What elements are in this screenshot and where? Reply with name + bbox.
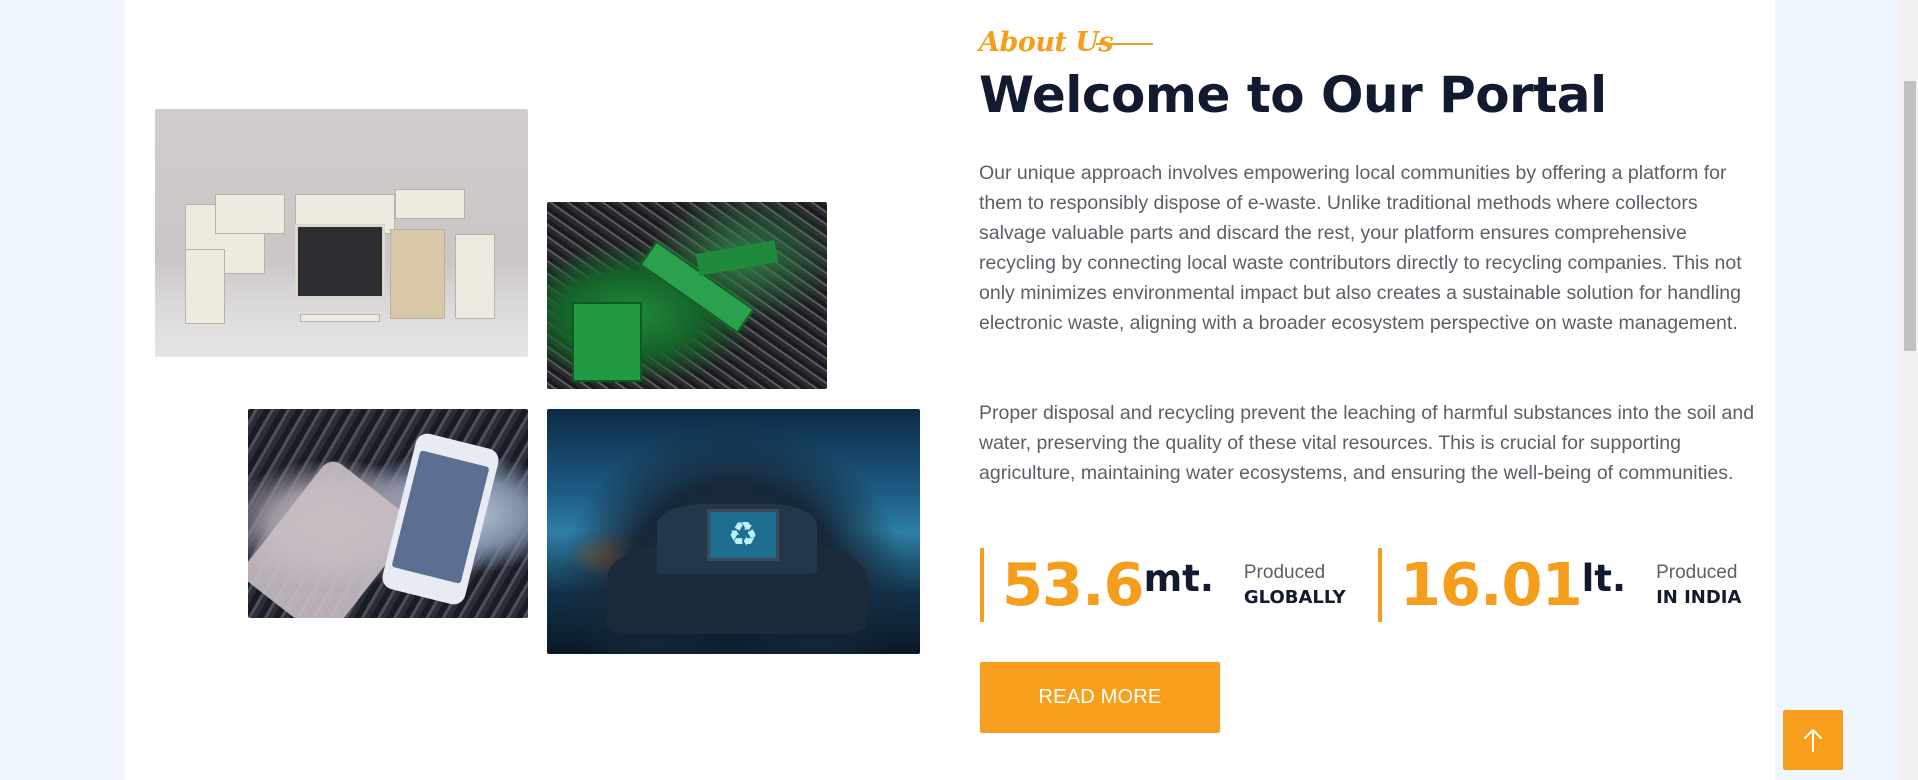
old-computers-image	[155, 109, 528, 357]
ewaste-pile-image: ♻	[547, 409, 920, 654]
scrapped-phones-image	[248, 409, 528, 618]
stat-unit: lt.	[1581, 557, 1627, 600]
stat-region: IN INDIA	[1656, 587, 1742, 608]
read-more-button[interactable]: READ MORE	[980, 662, 1220, 733]
label-divider	[1096, 43, 1153, 45]
page-title: Welcome to Our Portal	[979, 66, 1607, 124]
circuit-boards-image	[547, 202, 827, 389]
recycle-icon: ♻	[707, 509, 779, 561]
stat-global: 53.6 mt. Produced GLOBALLY	[980, 548, 1360, 622]
stat-region: GLOBALLY	[1243, 587, 1346, 608]
stat-description: Produced IN INDIA	[1656, 560, 1741, 610]
stat-number: 53.6	[1002, 550, 1145, 619]
stat-number: 16.01	[1400, 550, 1583, 619]
section-label: About Us	[979, 27, 1114, 58]
stat-caption: Produced	[1656, 562, 1738, 583]
arrow-up-icon	[1804, 729, 1822, 752]
stat-unit: mt.	[1143, 557, 1214, 600]
scrollbar-thumb[interactable]	[1904, 81, 1916, 351]
back-to-top-button[interactable]	[1783, 710, 1843, 770]
stat-description: Produced GLOBALLY	[1244, 560, 1346, 610]
benefits-paragraph: Proper disposal and recycling prevent th…	[979, 402, 1755, 484]
stat-caption: Produced	[1243, 562, 1326, 583]
intro-paragraph: Our unique approach involves empowering …	[979, 162, 1742, 334]
stat-india: 16.01 lt. Produced IN INDIA	[1378, 548, 1758, 622]
